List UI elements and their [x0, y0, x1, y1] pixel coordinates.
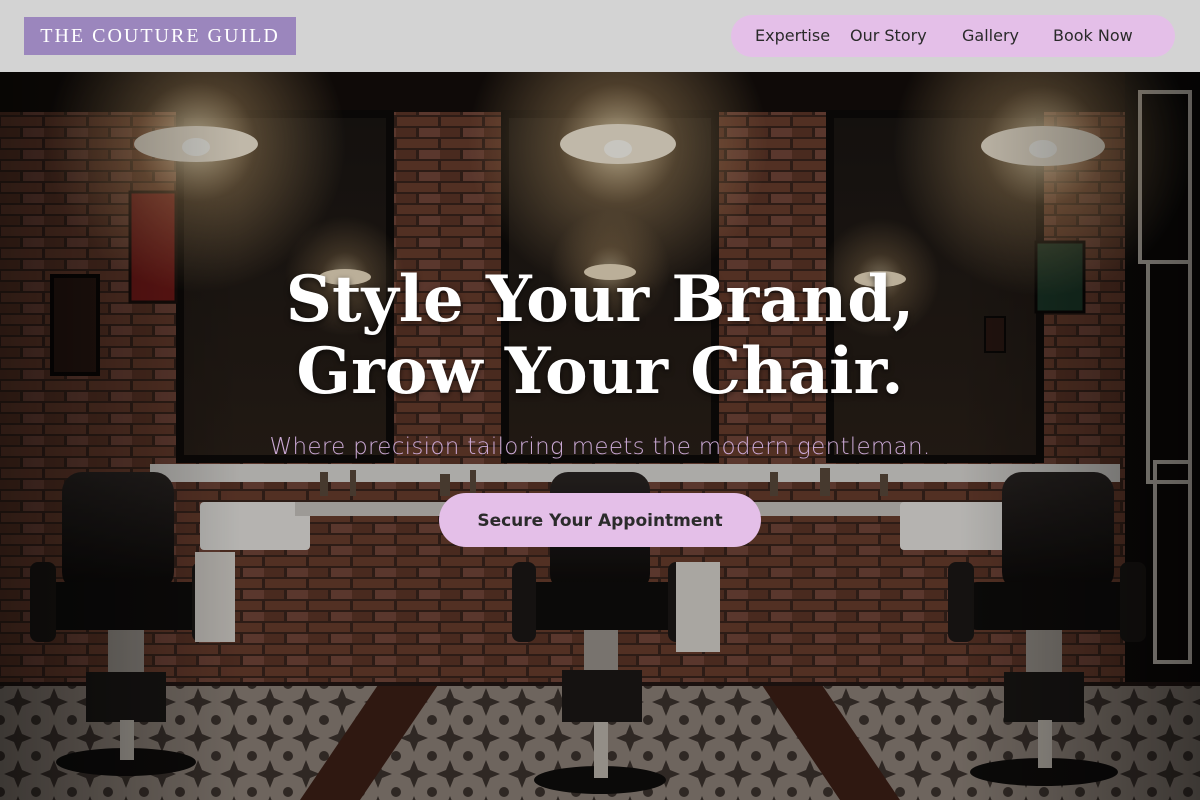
nav-gallery[interactable]: Gallery	[962, 15, 1019, 57]
nav-expertise[interactable]: Expertise	[755, 15, 830, 57]
main-nav: Expertise Our Story Gallery Book Now	[731, 15, 1175, 57]
secure-appointment-button[interactable]: Secure Your Appointment	[439, 493, 761, 547]
brand-logo[interactable]: THE COUTURE GUILD	[24, 17, 296, 55]
hero-headline-line-1: Style Your Brand,	[285, 262, 915, 337]
nav-book-now[interactable]: Book Now	[1053, 15, 1133, 57]
hero-headline-line-2: Grow Your Chair.	[296, 334, 904, 409]
site-header: THE COUTURE GUILD Expertise Our Story Ga…	[0, 0, 1200, 72]
hero-section: Style Your Brand, Grow Your Chair. Where…	[0, 72, 1200, 800]
hero-headline: Style Your Brand, Grow Your Chair.	[0, 264, 1200, 408]
nav-our-story[interactable]: Our Story	[850, 15, 927, 57]
hero-subtitle: Where precision tailoring meets the mode…	[269, 434, 931, 460]
